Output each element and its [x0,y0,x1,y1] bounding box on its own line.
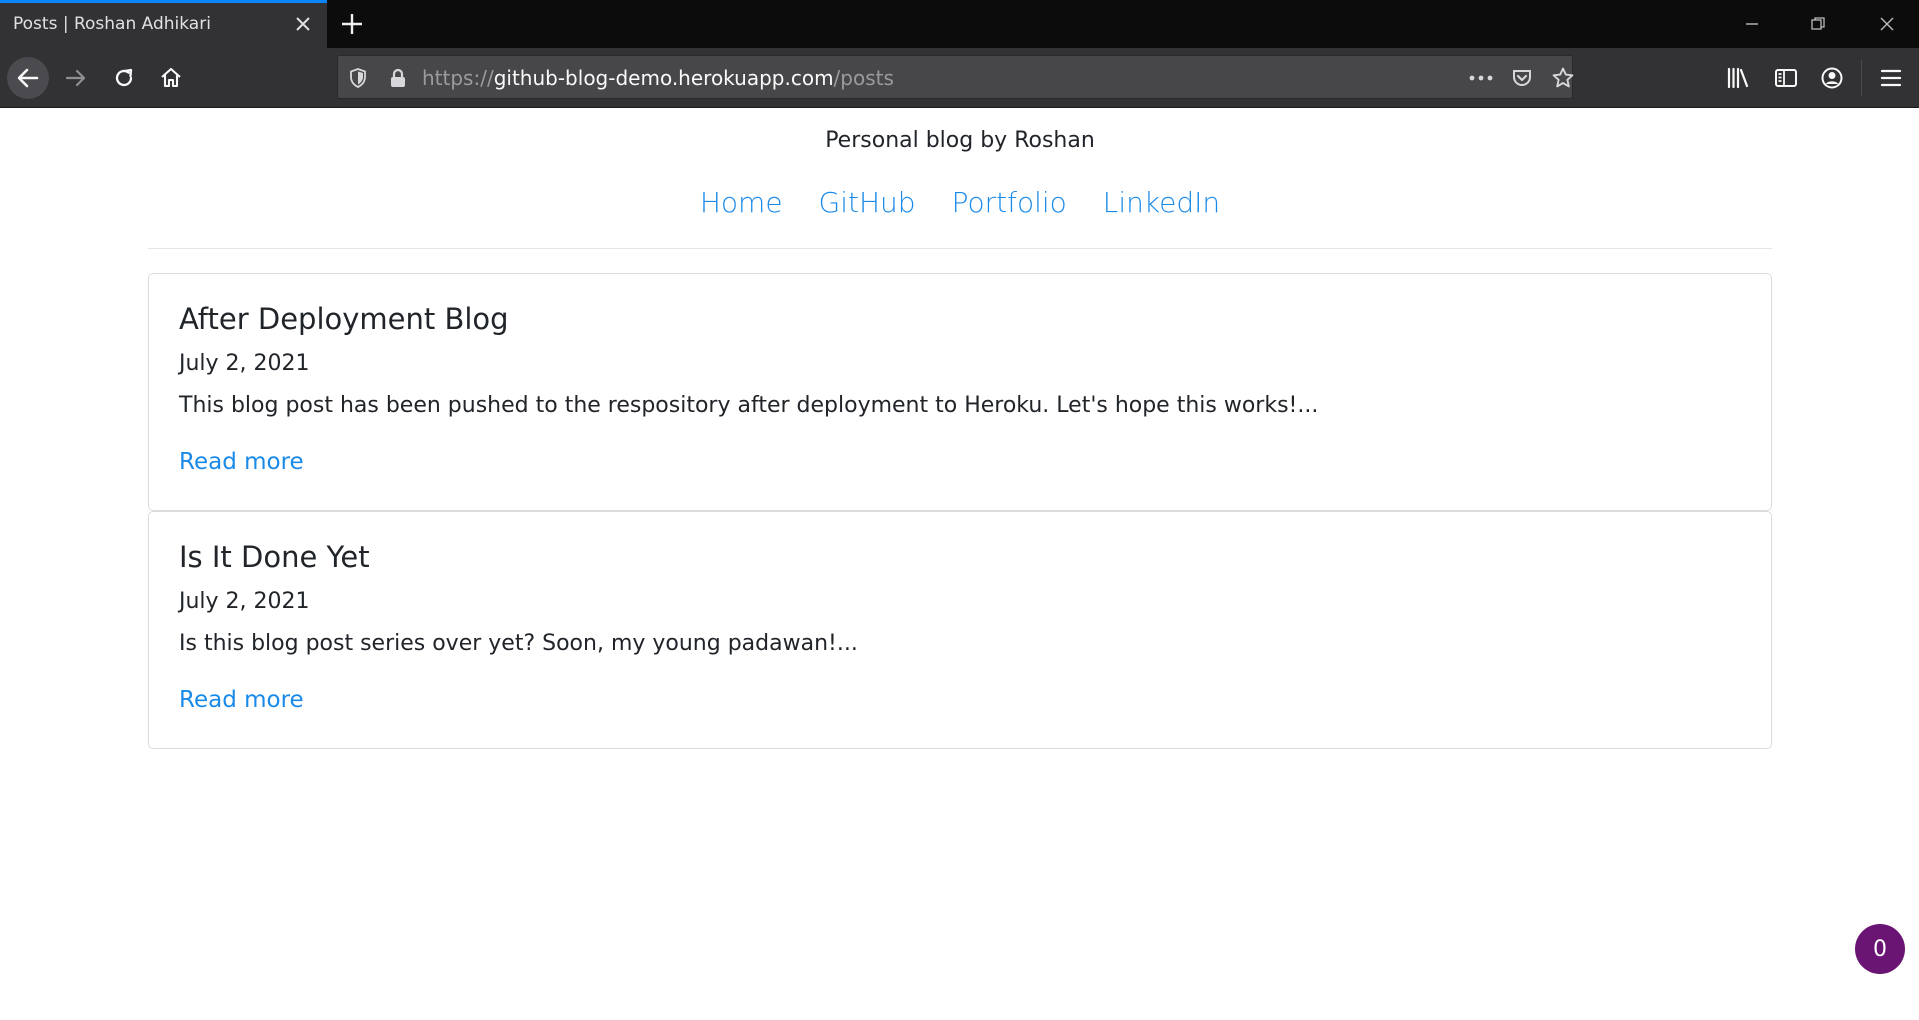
post-title: After Deployment Blog [179,302,509,336]
library-icon[interactable] [1718,57,1760,99]
page-actions-icon[interactable] [1469,66,1493,90]
address-bar[interactable]: https://github-blog-demo.herokuapp.com/p… [337,55,1575,99]
site-tagline: Personal blog by Roshan [825,128,1095,153]
url-domain: github-blog-demo.herokuapp.com [493,66,834,90]
reload-icon[interactable] [103,57,145,99]
post-date: July 2, 2021 [179,589,310,614]
minimize-icon[interactable] [1737,10,1767,38]
site-header: Personal blog by Roshan Home GitHub Port… [148,108,1772,249]
browser-toolbar: https://github-blog-demo.herokuapp.com/p… [0,48,1919,108]
lock-icon[interactable] [386,66,410,90]
post-card: Is It Done Yet July 2, 2021 Is this blog… [148,511,1772,749]
toolbar-separator [1861,60,1862,96]
url-protocol: https:// [422,66,494,90]
post-title: Is It Done Yet [179,540,370,574]
tracking-shield-icon[interactable] [346,66,370,90]
read-more-link[interactable]: Read more [179,449,304,475]
notification-count-badge[interactable]: 0 [1855,924,1905,974]
nav-link-portfolio[interactable]: Portfolio [952,186,1067,219]
account-icon[interactable] [1811,57,1853,99]
nav-link-linkedin[interactable]: LinkedIn [1103,186,1220,219]
browser-tab-bar: Posts | Roshan Adhikari [0,0,1919,48]
url-text[interactable]: https://github-blog-demo.herokuapp.com/p… [422,66,894,90]
post-excerpt: Is this blog post series over yet? Soon,… [179,631,858,656]
close-tab-icon[interactable] [293,14,313,34]
forward-arrow-icon[interactable] [55,57,97,99]
close-window-icon[interactable] [1872,10,1902,38]
post-date: July 2, 2021 [179,351,310,376]
home-icon[interactable] [150,57,192,99]
tab-title: Posts | Roshan Adhikari [13,14,211,34]
read-more-link[interactable]: Read more [179,687,304,713]
restore-icon[interactable] [1803,10,1833,38]
back-arrow-icon[interactable] [7,57,49,99]
menu-hamburger-icon[interactable] [1870,57,1912,99]
post-excerpt: This blog post has been pushed to the re… [179,393,1319,418]
new-tab-icon[interactable] [338,10,366,38]
url-path: /posts [833,66,894,90]
pocket-icon[interactable] [1510,66,1534,90]
post-card: After Deployment Blog July 2, 2021 This … [148,273,1772,511]
bookmark-star-icon[interactable] [1551,66,1575,90]
sidebar-icon[interactable] [1765,57,1807,99]
nav-link-home[interactable]: Home [700,186,783,219]
nav-link-github[interactable]: GitHub [819,186,916,219]
browser-tab-active[interactable]: Posts | Roshan Adhikari [0,0,327,48]
site-nav: Home GitHub Portfolio LinkedIn [148,186,1772,219]
